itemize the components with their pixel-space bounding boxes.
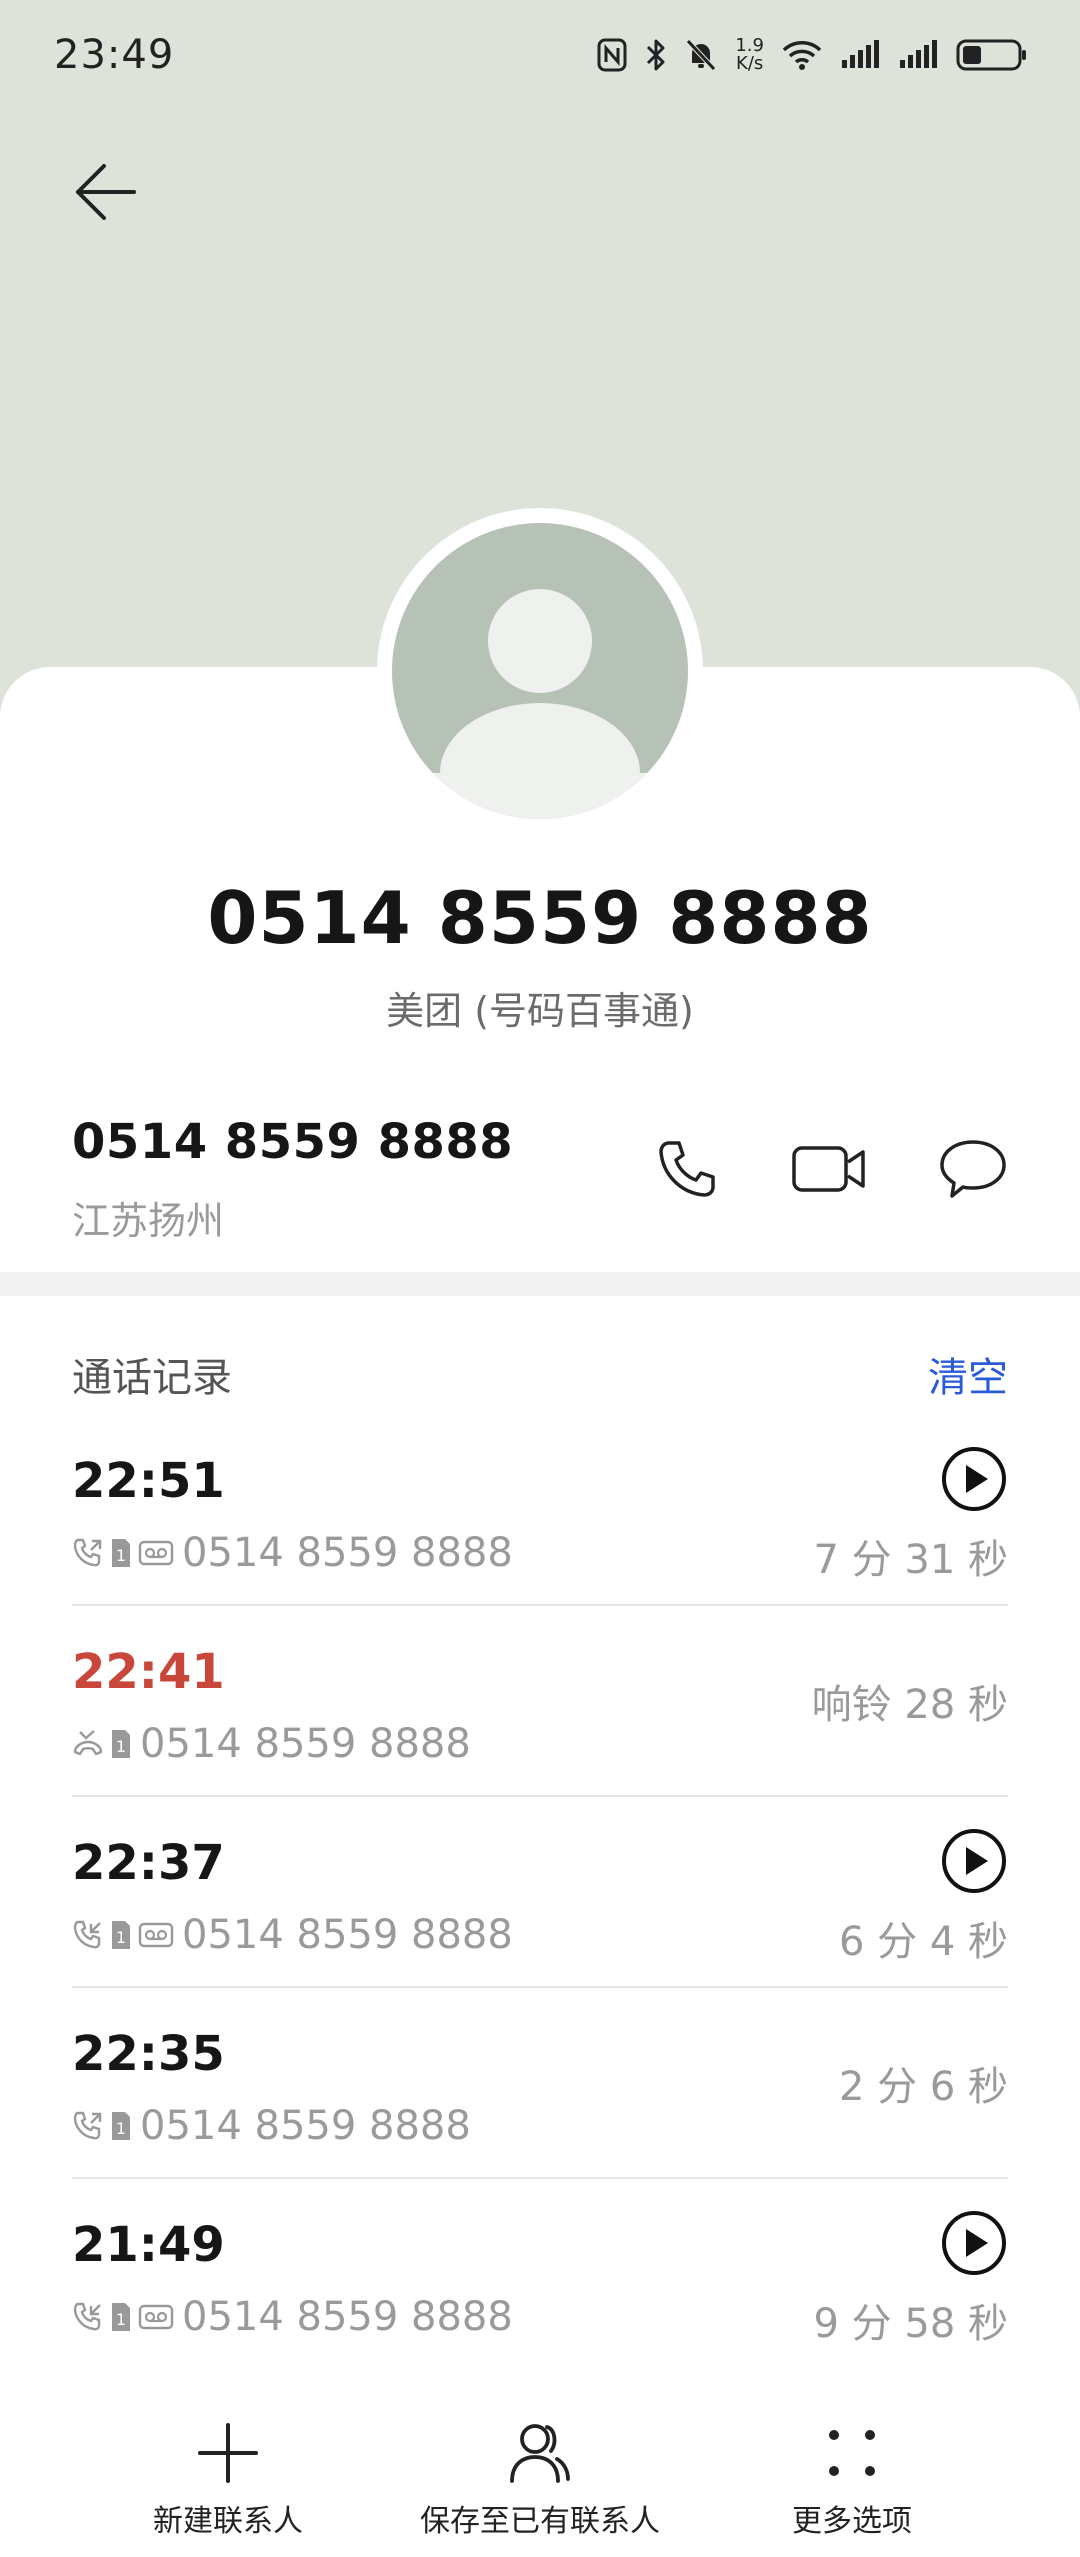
section-divider (0, 1272, 1080, 1296)
play-recording-button[interactable] (940, 2209, 1008, 2277)
incoming-call-icon (72, 1919, 104, 1951)
new-contact-label: 新建联系人 (153, 2504, 303, 2539)
video-call-icon (791, 1144, 867, 1198)
phone-icon (655, 1137, 719, 1205)
message-button[interactable] (930, 1128, 1016, 1214)
play-icon (940, 2211, 1008, 2281)
status-time: 23:49 (54, 32, 175, 78)
call-log-item[interactable]: 22:35 1 0514 8559 8888 2 分 6 秒 (72, 1988, 1008, 2179)
svg-text:1: 1 (116, 1737, 126, 1756)
call-time: 22:37 (72, 1835, 225, 1891)
call-number: 0514 8559 8888 (140, 1721, 471, 1767)
more-options-label: 更多选项 (792, 2504, 912, 2539)
net-speed: 1.9 K/s (735, 37, 764, 73)
call-number: 0514 8559 8888 (140, 2103, 471, 2149)
avatar (377, 508, 703, 834)
call-log-title: 通话记录 (72, 1355, 232, 1401)
signal-icon (898, 40, 938, 70)
call-log-list: 22:51 1 0514 8559 8888 7 分 31 秒 22:41 1 … (72, 1415, 1008, 2370)
sim1-icon: 1 (110, 2301, 132, 2333)
svg-text:1: 1 (116, 2119, 126, 2138)
wifi-icon (782, 39, 822, 71)
sim1-icon: 1 (110, 2110, 132, 2142)
number-row: 0514 8559 8888 江苏扬州 (0, 1110, 1080, 1260)
call-log-item[interactable]: 22:37 1 0514 8559 8888 6 分 4 秒 (72, 1797, 1008, 1988)
call-meta: 1 0514 8559 8888 (72, 1721, 471, 1767)
video-call-button[interactable] (786, 1128, 872, 1214)
call-duration: 7 分 31 秒 (813, 1537, 1009, 1583)
arrow-left-icon (74, 162, 138, 226)
bluetooth-icon (645, 38, 667, 72)
call-number: 0514 8559 8888 (182, 2294, 513, 2340)
bottom-action-bar: 新建联系人 保存至已有联系人 更多选项 (0, 2400, 1080, 2557)
contact-name: 0514 8559 8888 (207, 876, 873, 960)
outgoing-call-icon (72, 2110, 104, 2142)
net-speed-unit: K/s (736, 53, 764, 74)
svg-text:1: 1 (116, 2310, 126, 2329)
call-log-item[interactable]: 22:41 1 0514 8559 8888 响铃 28 秒 (72, 1606, 1008, 1797)
call-meta: 1 0514 8559 8888 (72, 2294, 513, 2340)
new-contact-button[interactable]: 新建联系人 (78, 2400, 378, 2557)
save-to-existing-label: 保存至已有联系人 (420, 2504, 660, 2539)
svg-text:1: 1 (116, 1928, 126, 1947)
more-dots-icon (824, 2425, 880, 2485)
call-number: 0514 8559 8888 (182, 1530, 513, 1576)
call-meta: 1 0514 8559 8888 (72, 2103, 471, 2149)
incoming-call-icon (72, 2301, 104, 2333)
message-icon (938, 1138, 1008, 1204)
plus-icon (196, 2421, 260, 2489)
voicemail-icon (138, 1537, 174, 1569)
voicemail-icon (138, 2301, 174, 2333)
call-time: 22:41 (72, 1644, 225, 1700)
call-time: 22:51 (72, 1453, 225, 1509)
call-meta: 1 0514 8559 8888 (72, 1530, 513, 1576)
save-to-existing-button[interactable]: 保存至已有联系人 (390, 2400, 690, 2557)
call-number: 0514 8559 8888 (182, 1912, 513, 1958)
play-icon (940, 1447, 1008, 1517)
sim1-icon: 1 (110, 1728, 132, 1760)
call-time: 21:49 (72, 2217, 225, 2273)
call-duration: 2 分 6 秒 (838, 2064, 1008, 2110)
call-log-item[interactable]: 21:49 1 0514 8559 8888 9 分 58 秒 (72, 2179, 1008, 2370)
svg-text:1: 1 (116, 1546, 126, 1565)
status-bar: 23:49 1.9 K/s (0, 0, 1080, 110)
call-meta: 1 0514 8559 8888 (72, 1912, 513, 1958)
contact-subtitle: 美团 (号码百事通) (386, 989, 694, 1033)
status-icons: 1.9 K/s (597, 37, 1028, 73)
missed-call-icon (72, 1728, 104, 1760)
sim1-icon: 1 (110, 1537, 132, 1569)
play-icon (940, 1829, 1008, 1899)
nfc-icon (597, 38, 627, 72)
default-avatar-icon (392, 523, 688, 819)
number-location: 江苏扬州 (72, 1199, 225, 1243)
call-log-item[interactable]: 22:51 1 0514 8559 8888 7 分 31 秒 (72, 1415, 1008, 1606)
back-button[interactable] (64, 152, 148, 236)
outgoing-call-icon (72, 1537, 104, 1569)
play-recording-button[interactable] (940, 1827, 1008, 1895)
battery-icon (956, 38, 1028, 72)
call-duration: 响铃 28 秒 (811, 1682, 1008, 1728)
play-recording-button[interactable] (940, 1445, 1008, 1513)
call-log-header: 通话记录 清空 (72, 1344, 1008, 1404)
call-duration: 6 分 4 秒 (838, 1919, 1008, 1965)
phone-number[interactable]: 0514 8559 8888 (72, 1114, 513, 1170)
call-time: 22:35 (72, 2026, 225, 2082)
contacts-icon (507, 2421, 573, 2489)
signal-icon (840, 40, 880, 70)
mute-icon (685, 38, 717, 72)
call-duration: 9 分 58 秒 (813, 2301, 1009, 2347)
call-button[interactable] (644, 1128, 730, 1214)
voicemail-icon (138, 1919, 174, 1951)
sim1-icon: 1 (110, 1919, 132, 1951)
more-options-button[interactable]: 更多选项 (702, 2400, 1002, 2557)
clear-button[interactable]: 清空 (928, 1345, 1008, 1403)
